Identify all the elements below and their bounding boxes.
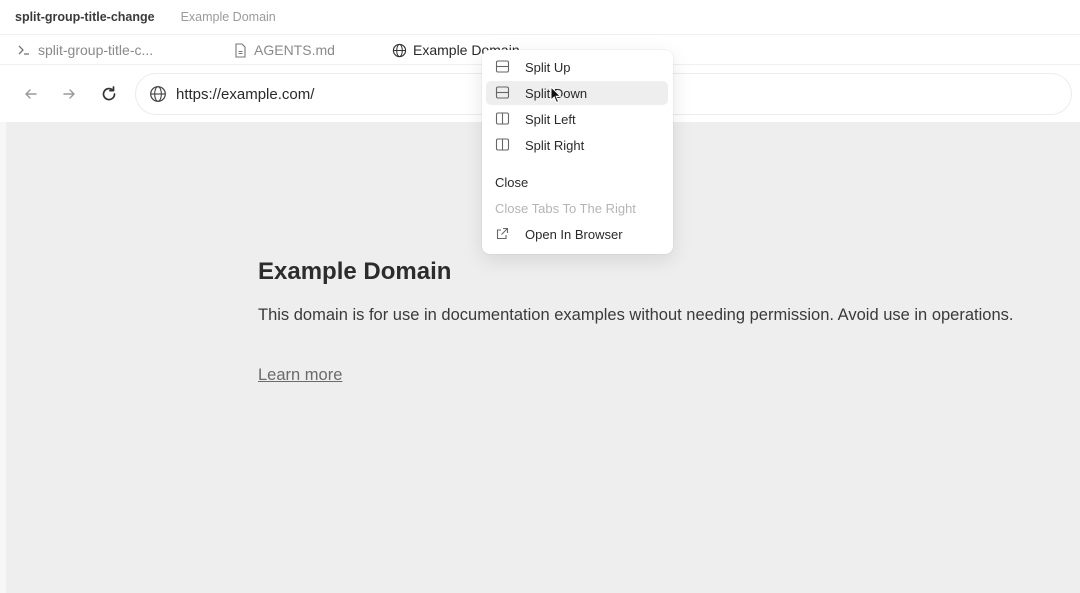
arrow-left-icon bbox=[25, 89, 37, 99]
external-link-icon bbox=[495, 226, 511, 242]
reload-button[interactable] bbox=[98, 83, 120, 105]
split-vertical-icon bbox=[495, 111, 511, 127]
globe-icon bbox=[391, 42, 407, 58]
menu-item-close[interactable]: Close bbox=[486, 170, 668, 194]
window-title: split-group-title-change bbox=[15, 10, 155, 24]
page-paragraph: This domain is for use in documentation … bbox=[258, 306, 1014, 324]
menu-item-split-up[interactable]: Split Up bbox=[486, 55, 668, 79]
terminal-icon bbox=[16, 42, 32, 58]
mouse-cursor-icon bbox=[550, 86, 562, 104]
split-vertical-icon bbox=[495, 137, 511, 153]
forward-button[interactable] bbox=[58, 83, 80, 105]
menu-item-close-tabs-right: Close Tabs To The Right bbox=[486, 196, 668, 220]
menu-item-split-left[interactable]: Split Left bbox=[486, 107, 668, 131]
globe-icon bbox=[149, 85, 167, 103]
menu-item-label: Split Up bbox=[525, 59, 571, 75]
menu-item-label: Close bbox=[495, 174, 529, 190]
tab-terminal[interactable]: split-group-title-c... bbox=[16, 35, 153, 65]
tab-context-menu: Split Up Split Down Split Left Split Rig… bbox=[482, 50, 673, 254]
split-horizontal-icon bbox=[495, 85, 511, 101]
menu-item-split-down[interactable]: Split Down bbox=[486, 81, 668, 105]
reload-icon bbox=[102, 86, 116, 101]
split-horizontal-icon bbox=[495, 59, 511, 75]
menu-item-open-in-browser[interactable]: Open In Browser bbox=[486, 222, 668, 246]
menu-item-label: Open In Browser bbox=[525, 226, 623, 242]
tab-label: split-group-title-c... bbox=[38, 42, 154, 58]
arrow-right-icon bbox=[63, 89, 75, 99]
menu-item-label: Close Tabs To The Right bbox=[495, 200, 636, 216]
back-button[interactable] bbox=[20, 83, 42, 105]
tab-label: AGENTS.md bbox=[254, 42, 335, 58]
menu-item-label: Split Right bbox=[525, 137, 585, 153]
menu-item-label: Split Left bbox=[525, 111, 576, 127]
browser-window: split-group-title-change Example Domain … bbox=[0, 0, 1080, 593]
title-bar: split-group-title-change Example Domain bbox=[0, 0, 1080, 34]
file-icon bbox=[232, 42, 248, 58]
learn-more-link[interactable]: Learn more bbox=[258, 366, 342, 385]
tab-agents-md[interactable]: AGENTS.md bbox=[232, 35, 335, 65]
menu-item-split-right[interactable]: Split Right bbox=[486, 133, 668, 157]
window-subtitle: Example Domain bbox=[180, 10, 276, 24]
page-title: Example Domain bbox=[258, 258, 452, 285]
